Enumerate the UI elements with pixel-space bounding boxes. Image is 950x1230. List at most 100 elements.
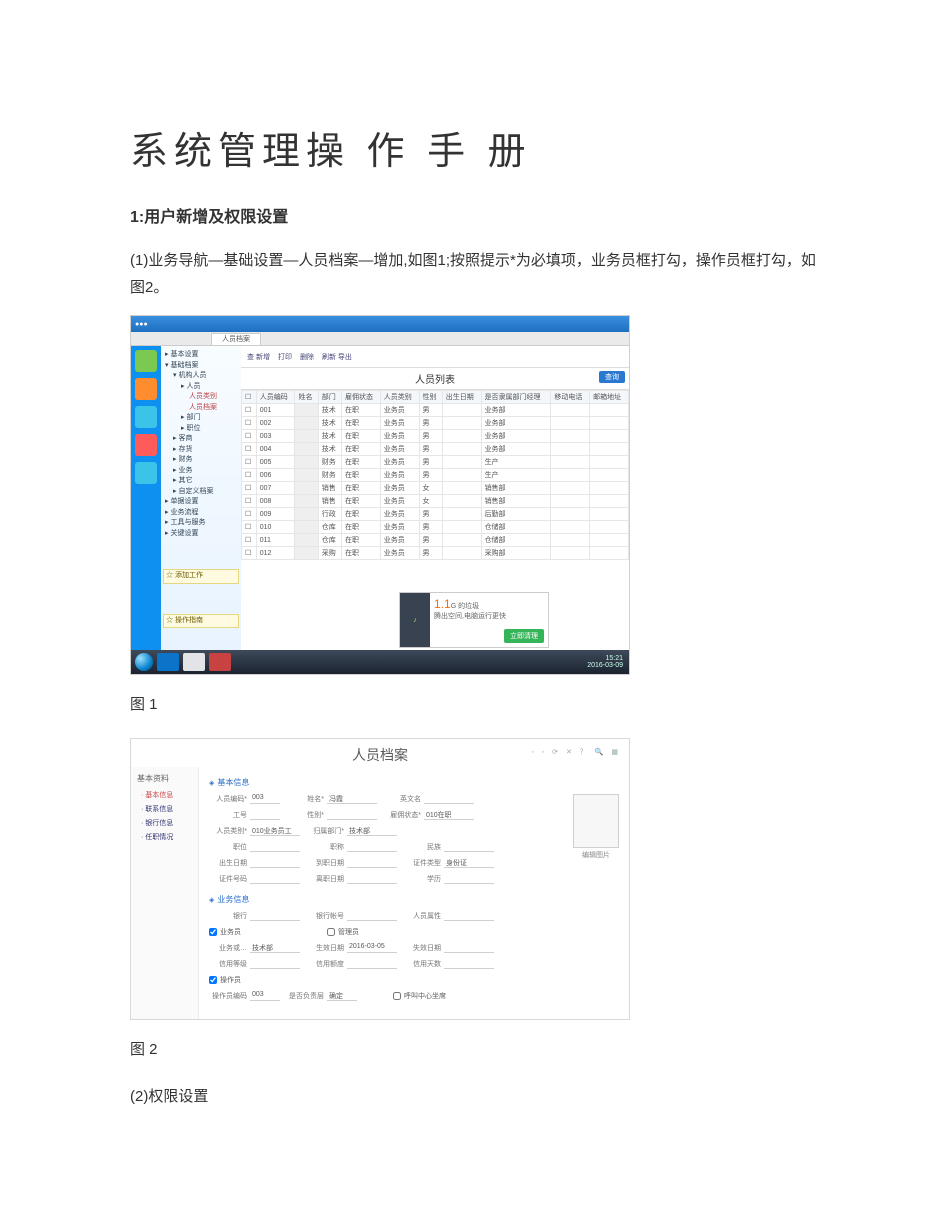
checkbox-manager[interactable]: 管理员 [327,927,359,937]
biztype-field[interactable]: 确定 [327,991,357,1001]
table-row[interactable]: ☐001 技术在职业务员男业务部 [242,404,629,417]
toolbar-button[interactable]: 删除 [300,352,314,362]
nation-field[interactable] [444,842,494,852]
tree-item[interactable]: ▸ 业务 [163,466,239,477]
code-field[interactable]: 003 [250,794,280,804]
tree-item[interactable]: ▸ 职位 [163,424,239,435]
hire-field[interactable]: 010在职 [424,810,474,820]
tree-item[interactable]: ▸ 存货 [163,445,239,456]
dept-field[interactable]: 技术部 [347,826,397,836]
windows-taskbar: 15:212016-03-09 [131,650,629,674]
name-field[interactable]: 冯霞 [327,794,377,804]
nav-icon[interactable] [135,406,157,428]
figure-2-label: 图 2 [130,1038,820,1059]
tree-item[interactable]: ▾ 机构人员 [163,371,239,382]
leave-field[interactable] [347,874,397,884]
section-basic: 基本信息 [209,777,619,788]
tree-item[interactable]: 人员类别 [163,392,239,403]
sidebar-item[interactable]: · 基本信息 [131,788,198,802]
table-row[interactable]: ☐006 财务在职业务员男生产 [242,469,629,482]
nav-icon[interactable] [135,462,157,484]
bank-field[interactable] [250,911,300,921]
cleanup-button[interactable]: 立即清理 [504,629,544,643]
credg-field[interactable] [250,959,300,969]
sidebar-item[interactable]: · 银行信息 [131,816,198,830]
cleanup-icon: ♪ [400,593,430,647]
prop-field[interactable] [444,911,494,921]
tree-item[interactable]: ▸ 人员 [163,382,239,393]
tree-item[interactable]: ▸ 基本设置 [163,350,239,361]
edit-image-button[interactable]: 编辑图片 [573,848,619,860]
checkbox-callcenter[interactable]: 呼叫中心坐席 [393,991,446,1001]
taskbar-item[interactable] [157,653,179,671]
tree-item[interactable]: ▾ 基础档案 [163,361,239,372]
table-row[interactable]: ☐010 仓库在职业务员男仓储部 [242,521,629,534]
bizd-field[interactable]: 技术部 [250,943,300,953]
table-row[interactable]: ☐009 行政在职业务员男后勤部 [242,508,629,521]
paragraph-1: (1)业务导航—基础设置—人员档案—增加,如图1;按照提示*为必填项，业务员框打… [130,247,820,301]
table-row[interactable]: ☐004 技术在职业务员男业务部 [242,443,629,456]
title-field[interactable] [347,842,397,852]
table-row[interactable]: ☐005 财务在职业务员男生产 [242,456,629,469]
document-title: 系统管理操 作 手 册 [130,120,820,175]
tree-action[interactable]: ☆ 操作指南 [163,614,239,629]
nav-icon[interactable] [135,378,157,400]
creda-field[interactable] [444,959,494,969]
effd-field[interactable]: 2016-03-05 [347,943,397,953]
opcode-field[interactable]: 003 [250,991,280,1001]
tree-item[interactable]: ▸ 工具与服务 [163,518,239,529]
figure-1-label: 图 1 [130,693,820,714]
tree-item[interactable]: ▸ 关键设置 [163,529,239,540]
table-row[interactable]: ☐008 销售在职业务员女销售部 [242,495,629,508]
paragraph-2: (2)权限设置 [130,1083,820,1110]
title-icons[interactable]: ◦ ◦ ⟳ ✕ ？ 🔍 ▦ [531,747,621,757]
credl-field[interactable] [347,959,397,969]
checkbox-operator[interactable]: 操作员 [209,975,241,985]
idtype-field[interactable]: 身份证 [444,858,494,868]
toolbar-button[interactable]: 刷新 导出 [322,352,352,362]
query-button[interactable]: 查询 [599,371,625,383]
acct-field[interactable] [347,911,397,921]
birth-field[interactable] [250,858,300,868]
table-row[interactable]: ☐003 技术在职业务员男业务部 [242,430,629,443]
gender-field[interactable] [327,810,377,820]
edu-field[interactable] [444,874,494,884]
activity-bar [131,346,161,650]
idno-field[interactable] [250,874,300,884]
ename-field[interactable] [424,794,474,804]
tree-item[interactable]: ▸ 部门 [163,413,239,424]
tree-item[interactable]: 人员档案 [163,403,239,414]
tree-action[interactable]: ☆ 添加工作 [163,569,239,584]
list-title: 人员列表 查询 [241,368,629,390]
toolbar: 查 新增打印删除刷新 导出 [241,346,629,368]
toolbar-button[interactable]: 查 新增 [247,352,270,362]
checkbox-bizperson[interactable]: 业务员 [209,927,241,937]
taskbar-item[interactable] [209,653,231,671]
start-button[interactable] [135,653,153,671]
sidebar-item[interactable]: · 联系信息 [131,802,198,816]
tree-item[interactable]: ▸ 财务 [163,455,239,466]
post-field[interactable] [250,842,300,852]
sidebar-item[interactable]: · 任职情况 [131,830,198,844]
nav-icon[interactable] [135,434,157,456]
tree-item[interactable]: ▸ 单据设置 [163,497,239,508]
table-row[interactable]: ☐002 技术在职业务员男业务部 [242,417,629,430]
nav-icon[interactable] [135,350,157,372]
tree-item[interactable]: ▸ 客商 [163,434,239,445]
table-row[interactable]: ☐012 采购在职业务员男采购部 [242,547,629,560]
table-row[interactable]: ☐011 仓库在职业务员男仓储部 [242,534,629,547]
tab[interactable]: 人员档案 [211,333,261,345]
window-titlebar: ●●● [131,316,629,332]
cat-field[interactable]: 010业务员工 [250,826,300,836]
join-field[interactable] [347,858,397,868]
taskbar-item[interactable] [183,653,205,671]
taskbar-clock: 15:212016-03-09 [587,655,625,669]
toolbar-button[interactable]: 打印 [278,352,292,362]
table-row[interactable]: ☐007 销售在职业务员女销售部 [242,482,629,495]
jobno-field[interactable] [250,810,280,820]
tree-item[interactable]: ▸ 自定义档案 [163,487,239,498]
expd-field[interactable] [444,943,494,953]
avatar-placeholder[interactable] [573,794,619,848]
tree-item[interactable]: ▸ 业务流程 [163,508,239,519]
tree-item[interactable]: ▸ 其它 [163,476,239,487]
